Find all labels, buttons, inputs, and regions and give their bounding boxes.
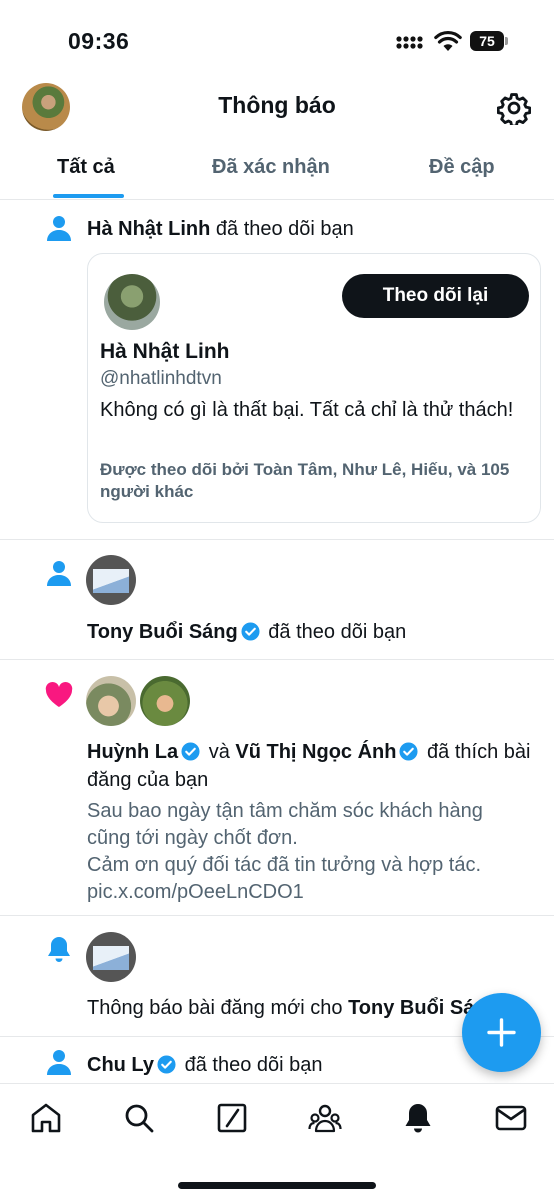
notification-text: Huỳnh La và Vũ Thị Ngọc Ánh đã thích bài… — [87, 738, 547, 794]
user-card[interactable]: Theo dõi lại Hà Nhật Linh @nhatlinhdtvn … — [87, 253, 541, 523]
follow-back-button[interactable]: Theo dõi lại — [342, 274, 529, 318]
notifications-icon[interactable] — [401, 1101, 435, 1135]
user-avatar-1[interactable] — [86, 676, 136, 726]
user-name[interactable]: Hà Nhật Linh — [87, 218, 210, 240]
followed-by-text[interactable]: Được theo dõi bởi Toàn Tâm, Như Lê, Hiếu… — [100, 459, 520, 503]
tab-all[interactable]: Tất cả — [57, 156, 115, 179]
user-name[interactable]: Tony Buổi Sáng — [87, 621, 238, 643]
notification-text: Chu Ly đã theo dõi bạn — [87, 1051, 323, 1079]
search-icon[interactable] — [122, 1101, 156, 1135]
home-icon[interactable] — [29, 1101, 63, 1135]
notification-text: Tony Buổi Sáng đã theo dõi bạn — [87, 618, 406, 646]
user-name[interactable]: Chu Ly — [87, 1054, 154, 1076]
wifi-icon — [434, 30, 462, 51]
person-icon — [47, 561, 71, 586]
post-preview[interactable]: Sau bao ngày tận tâm chăm sóc khách hàng… — [87, 798, 527, 906]
post-preview-line: Cảm ơn quý đối tác đã tin tưởng và hợp t… — [87, 854, 482, 876]
status-bar: 09:36 75 — [0, 0, 554, 80]
header: Thông báo — [0, 80, 554, 136]
status-time: 09:36 — [68, 28, 130, 54]
notification-action: đã thích bài — [427, 741, 531, 763]
grok-icon[interactable] — [215, 1101, 249, 1135]
person-icon — [47, 1050, 71, 1075]
card-user-bio: Không có gì là thất bại. Tất cả chỉ là t… — [100, 399, 514, 421]
notification-text: Thông báo bài đăng mới cho Tony Buổi Sán… — [87, 994, 499, 1022]
notification-tabs: Tất cả Đã xác nhận Đề cập — [0, 140, 554, 200]
user-avatar[interactable] — [86, 932, 136, 982]
bell-icon — [48, 937, 70, 962]
person-icon — [47, 216, 71, 241]
card-user-name[interactable]: Hà Nhật Linh — [100, 340, 230, 364]
post-preview-link[interactable]: pic.x.com/pOeeLnCDO1 — [87, 879, 527, 906]
heart-icon — [45, 682, 73, 707]
communities-icon[interactable] — [308, 1101, 342, 1135]
notification-follow-2[interactable]: Tony Buổi Sáng đã theo dõi bạn — [0, 540, 554, 660]
notification-action: đã theo dõi bạn — [210, 218, 354, 240]
conjunction: và — [208, 741, 230, 763]
user-name-2[interactable]: Vũ Thị Ngọc Ánh — [235, 741, 396, 763]
cellular-signal-icon — [396, 36, 423, 49]
home-indicator — [178, 1182, 376, 1189]
post-preview-line: cũng tới ngày chốt đơn. — [87, 827, 298, 849]
user-avatar[interactable] — [86, 555, 136, 605]
notification-follow-1[interactable]: Hà Nhật Linh đã theo dõi bạn Theo dõi lạ… — [0, 201, 554, 540]
compose-post-button[interactable] — [462, 993, 541, 1072]
battery-level: 75 — [470, 31, 504, 51]
tab-verified[interactable]: Đã xác nhận — [212, 156, 330, 179]
user-name-1[interactable]: Huỳnh La — [87, 741, 178, 763]
plus-icon — [487, 1018, 516, 1047]
notification-text: Hà Nhật Linh đã theo dõi bạn — [87, 215, 354, 243]
notification-action: đã theo dõi bạn — [184, 1054, 323, 1076]
notification-action: đã theo dõi bạn — [268, 621, 407, 643]
bottom-navigation — [0, 1083, 554, 1200]
verified-badge-icon — [399, 742, 418, 761]
verified-badge-icon — [157, 1055, 176, 1074]
battery-tip — [505, 37, 508, 45]
gear-icon[interactable] — [497, 91, 531, 125]
user-avatar-2[interactable] — [140, 676, 190, 726]
battery-icon: 75 — [470, 31, 508, 51]
verified-badge-icon — [181, 742, 200, 761]
notification-like[interactable]: Huỳnh La và Vũ Thị Ngọc Ánh đã thích bài… — [0, 660, 554, 916]
tab-mentions[interactable]: Đề cập — [429, 156, 495, 179]
card-user-handle: @nhatlinhdtvn — [100, 368, 222, 389]
page-title: Thông báo — [218, 92, 336, 118]
verified-badge-icon — [241, 622, 260, 641]
active-tab-indicator — [53, 194, 124, 198]
post-preview-line: Sau bao ngày tận tâm chăm sóc khách hàng — [87, 800, 483, 822]
messages-icon[interactable] — [494, 1101, 528, 1135]
notification-action: Thông báo bài đăng mới cho — [87, 997, 349, 1019]
user-avatar[interactable] — [104, 274, 160, 330]
notification-action-cont: đăng của bạn — [87, 769, 209, 791]
